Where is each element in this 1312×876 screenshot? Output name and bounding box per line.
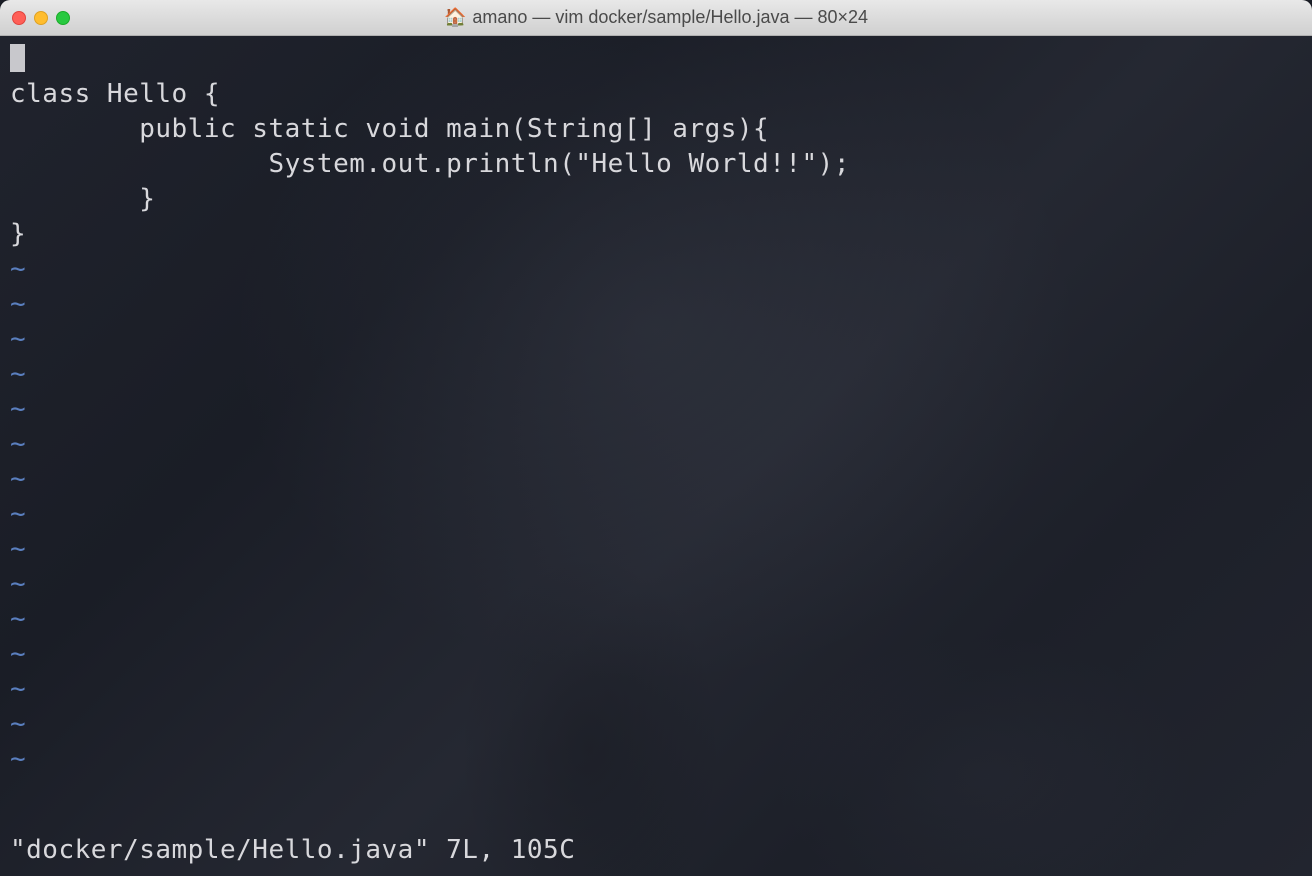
code-line: } [10,217,1302,252]
home-icon: 🏠 [444,7,466,28]
terminal-editor[interactable]: class Hello { public static void main(St… [0,36,1312,876]
empty-line-tilde: ~ [10,637,1302,672]
empty-line-tilde: ~ [10,357,1302,392]
traffic-lights [12,11,70,25]
cursor-line [10,42,1302,77]
empty-line-tilde: ~ [10,532,1302,567]
code-line: } [10,182,1302,217]
empty-line-tilde: ~ [10,497,1302,532]
code-line: System.out.println("Hello World!!"); [10,147,1302,182]
empty-line-tilde: ~ [10,567,1302,602]
cursor-block [10,44,25,72]
empty-line-tilde: ~ [10,462,1302,497]
zoom-button[interactable] [56,11,70,25]
code-line: public static void main(String[] args){ [10,112,1302,147]
empty-line-tilde: ~ [10,707,1302,742]
empty-line-tilde: ~ [10,392,1302,427]
window-titlebar: 🏠 amano — vim docker/sample/Hello.java —… [0,0,1312,36]
vim-status-line: "docker/sample/Hello.java" 7L, 105C [10,833,575,868]
code-line: class Hello { [10,77,1302,112]
empty-line-tilde: ~ [10,252,1302,287]
title-container: 🏠 amano — vim docker/sample/Hello.java —… [0,7,1312,28]
empty-line-tilde: ~ [10,427,1302,462]
minimize-button[interactable] [34,11,48,25]
empty-line-tilde: ~ [10,287,1302,322]
empty-line-tilde: ~ [10,322,1302,357]
empty-line-tilde: ~ [10,672,1302,707]
window-title: amano — vim docker/sample/Hello.java — 8… [472,7,868,28]
empty-line-tilde: ~ [10,602,1302,637]
close-button[interactable] [12,11,26,25]
empty-lines: ~~~~~~~~~~~~~~~ [10,252,1302,777]
empty-line-tilde: ~ [10,742,1302,777]
